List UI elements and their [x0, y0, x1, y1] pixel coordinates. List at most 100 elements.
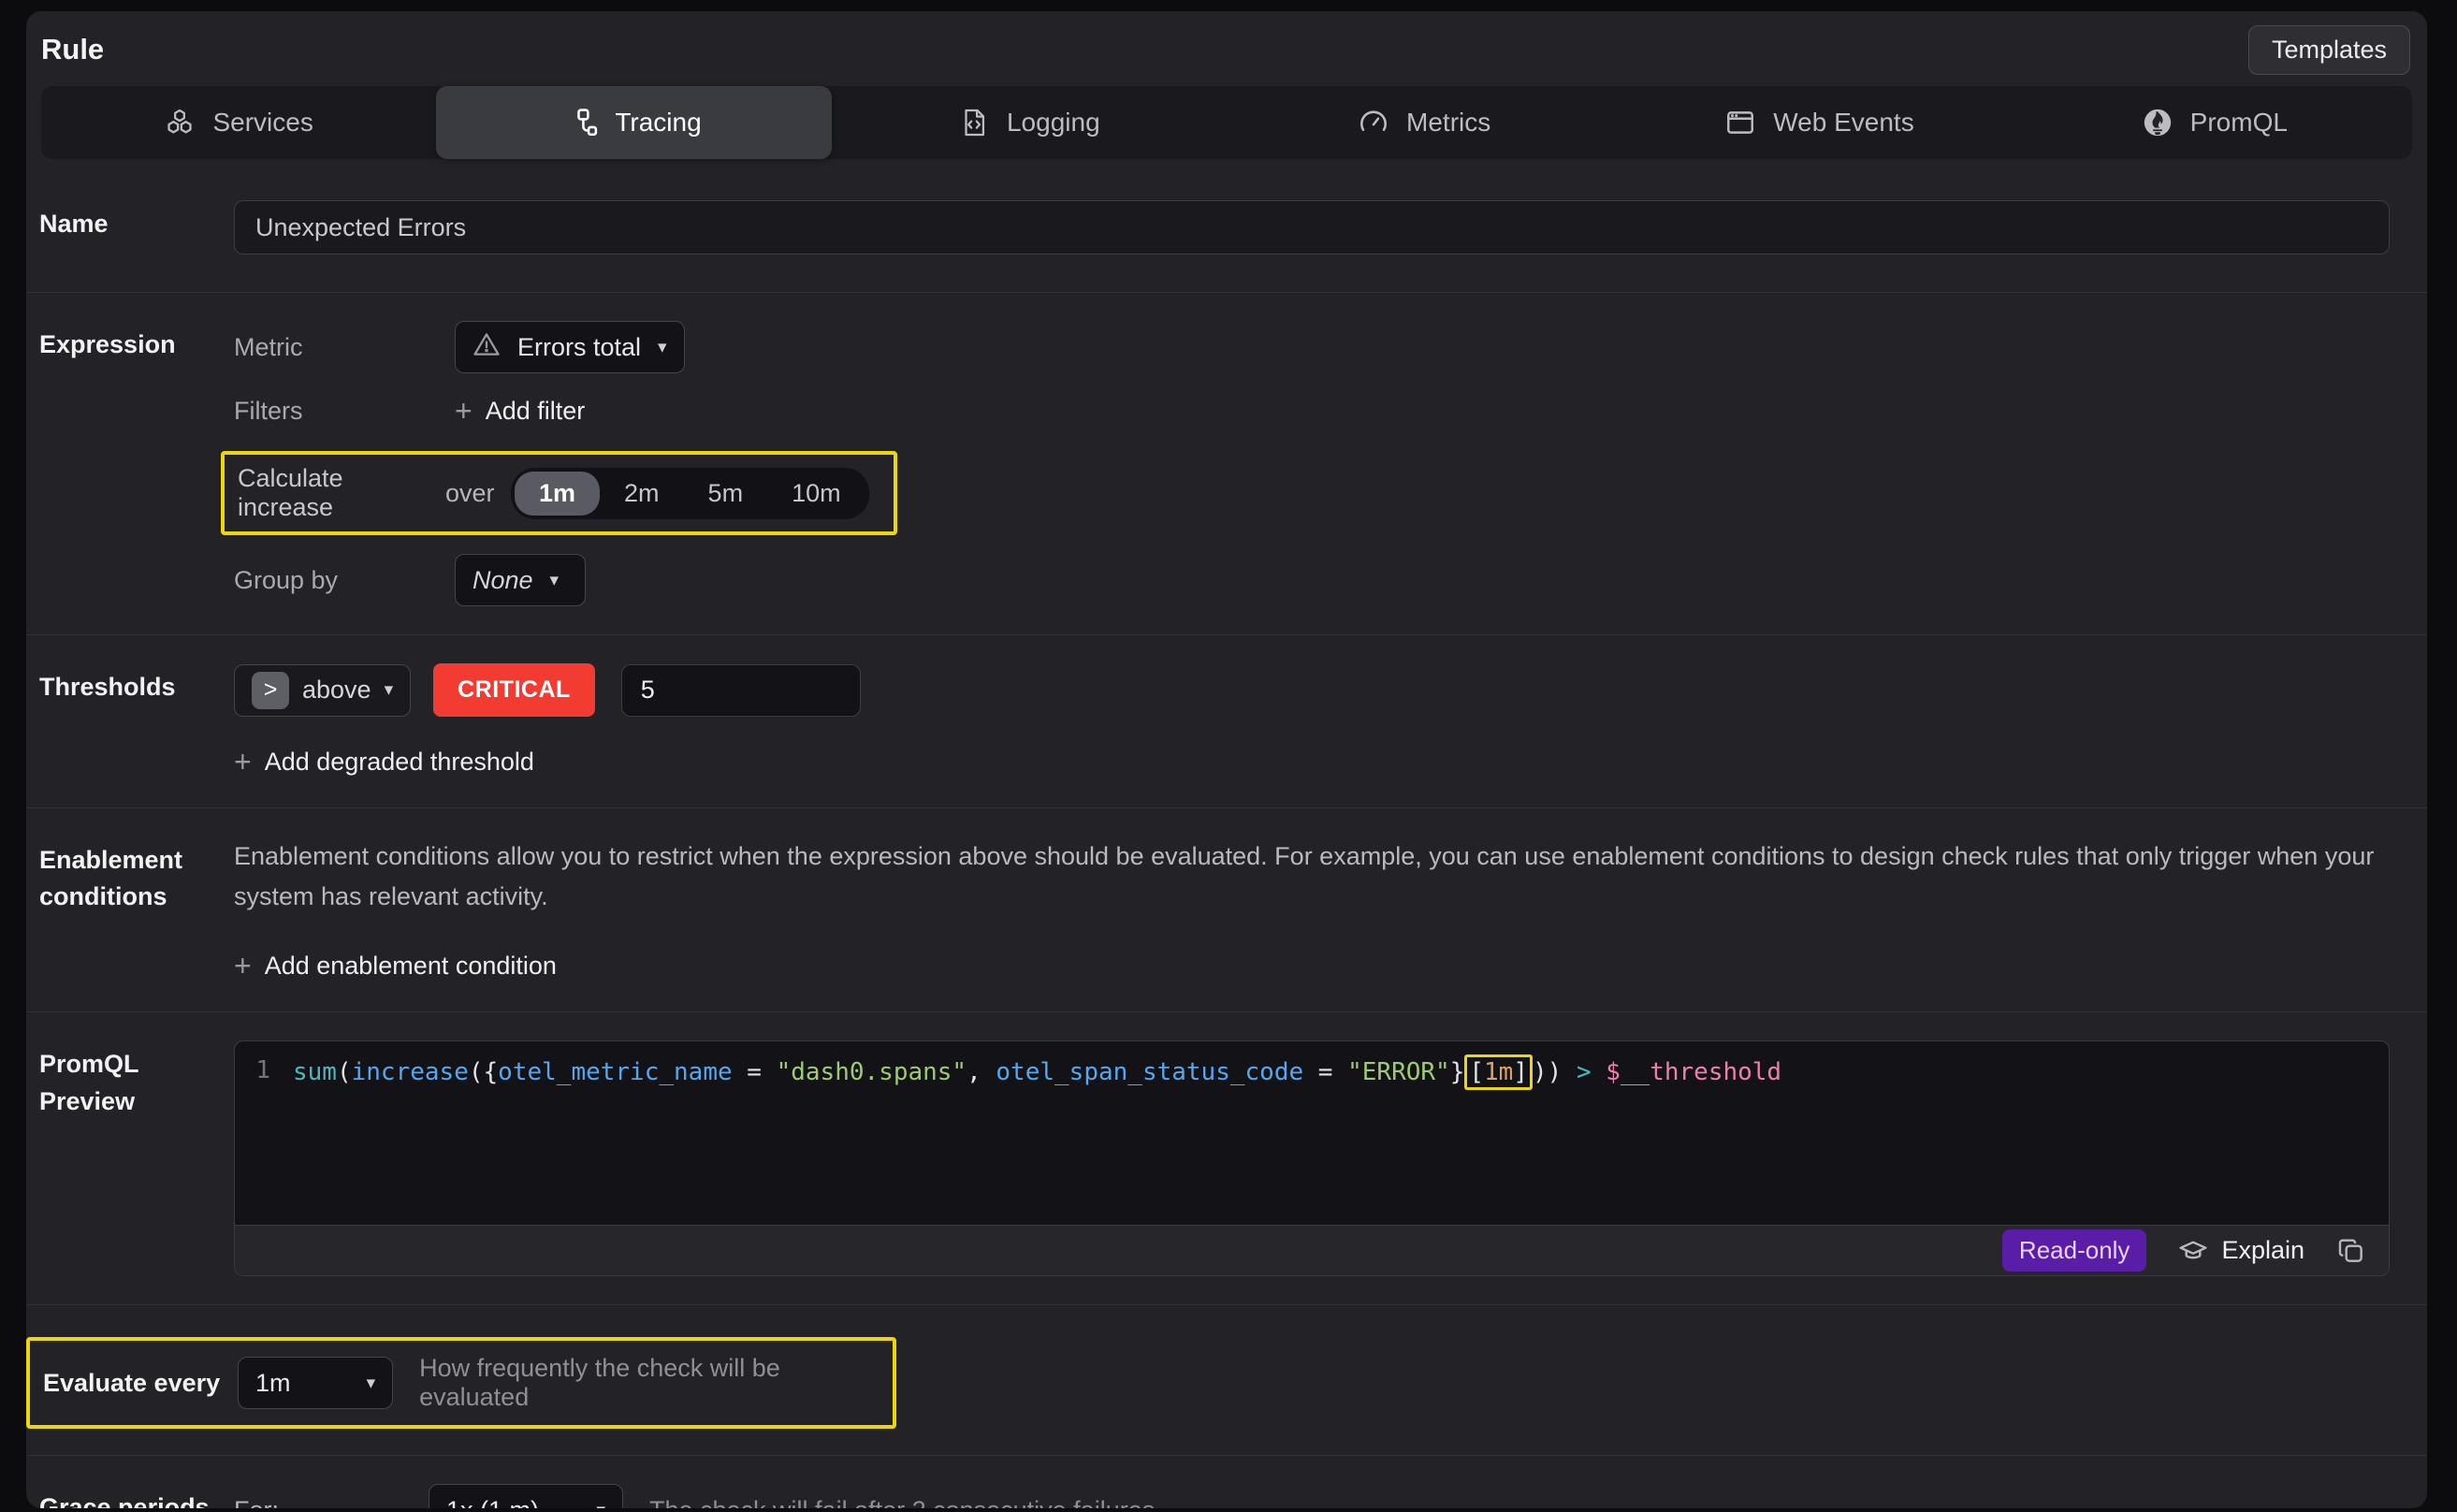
page-title: Rule [41, 33, 104, 66]
add-degraded-threshold-button[interactable]: + Add degraded threshold [234, 745, 534, 779]
copy-button[interactable] [2336, 1236, 2366, 1266]
promql-icon [2142, 107, 2174, 138]
name-input[interactable] [234, 200, 2390, 254]
code-token: } [1450, 1058, 1465, 1086]
thresholds-label: Thresholds [39, 663, 234, 779]
readonly-badge: Read-only [2002, 1229, 2147, 1272]
metric-value: Errors total [517, 333, 641, 362]
code-token: ] [1513, 1058, 1528, 1086]
window-token-annotation: [1m] [1464, 1054, 1533, 1090]
tab-web-events[interactable]: Web Events [1621, 86, 2016, 159]
operator-label: above [302, 676, 371, 705]
line-number: 1 [235, 1056, 293, 1225]
chevron-down-icon: ▾ [367, 1373, 376, 1394]
window-option-10m[interactable]: 10m [767, 472, 865, 516]
add-enablement-condition-button[interactable]: + Add enablement condition [234, 949, 557, 983]
group-by-label: Group by [234, 566, 455, 595]
over-label: over [445, 479, 511, 508]
code-token: ({ [469, 1058, 498, 1086]
evaluate-every-annotation: Evaluate every 1m ▾ How frequently the c… [26, 1337, 896, 1429]
code-token: $__threshold [1606, 1058, 1781, 1086]
window-option-2m[interactable]: 2m [600, 472, 684, 516]
explain-button[interactable]: Explain [2178, 1236, 2304, 1266]
tab-label: Metrics [1406, 108, 1490, 138]
metric-label: Metric [234, 333, 455, 362]
window-option-5m[interactable]: 5m [684, 472, 768, 516]
tab-label: Services [212, 108, 313, 138]
web-events-icon [1724, 107, 1756, 138]
metrics-icon [1358, 107, 1389, 138]
expression-label: Expression [39, 321, 234, 606]
threshold-value-input[interactable] [621, 664, 861, 717]
code-token: )) [1533, 1058, 1562, 1086]
header: Rule Templates [26, 11, 2427, 75]
tab-tracing[interactable]: Tracing [436, 86, 831, 159]
code-editor[interactable]: 1 sum(increase({otel_metric_name = "dash… [235, 1041, 2389, 1225]
code-token: 1m [1484, 1058, 1513, 1086]
group-by-dropdown[interactable]: None ▾ [455, 554, 586, 606]
metric-dropdown[interactable]: Errors total ▾ [455, 321, 685, 373]
grace-periods-label: Grace periods [39, 1484, 234, 1508]
promql-code-block: 1 sum(increase({otel_metric_name = "dash… [234, 1040, 2390, 1276]
enablement-section: Enablement conditions Enablement conditi… [26, 807, 2427, 1011]
services-icon [164, 107, 196, 138]
promql-preview-label: PromQL Preview [39, 1040, 234, 1276]
chevron-down-icon: ▾ [550, 570, 560, 591]
code-token: "dash0.spans" [777, 1058, 967, 1086]
rule-type-tabs: Services Tracing Logging Metrics Web Events P… [41, 86, 2412, 159]
tab-label: Web Events [1773, 108, 1913, 138]
for-dropdown[interactable]: 1x (1 m) ▾ [429, 1484, 623, 1508]
calculate-increase-label: Calculate increase [238, 464, 445, 522]
name-label: Name [39, 200, 234, 254]
tab-promql[interactable]: PromQL [2017, 86, 2412, 159]
chevron-down-icon: ▾ [596, 1500, 605, 1508]
evaluate-every-help: How frequently the check will be evaluat… [419, 1354, 876, 1412]
rule-panel: Rule Templates Services Tracing Logging Met… [26, 11, 2427, 1508]
code-token [1592, 1058, 1606, 1086]
code-footer: Read-only Explain [235, 1225, 2389, 1275]
for-label: For: [234, 1496, 429, 1508]
code-token: = [733, 1058, 777, 1086]
evaluate-section: Evaluate every 1m ▾ How frequently the c… [26, 1304, 2427, 1455]
code-token: [ [1469, 1058, 1484, 1086]
chevron-down-icon: ▾ [385, 679, 394, 701]
for-value: 1x (1 m) [446, 1496, 539, 1508]
tab-label: Logging [1007, 108, 1100, 138]
templates-button[interactable]: Templates [2248, 25, 2410, 75]
plus-icon: + [455, 394, 472, 429]
tab-label: Tracing [615, 108, 701, 138]
promql-expression: sum(increase({otel_metric_name = "dash0.… [293, 1056, 1781, 1225]
window-option-1m[interactable]: 1m [515, 472, 600, 516]
evaluate-every-label: Evaluate every [43, 1365, 238, 1402]
code-token: sum [293, 1058, 337, 1086]
code-token [1562, 1058, 1577, 1086]
code-token: otel_metric_name [498, 1058, 732, 1086]
chevron-down-icon: ▾ [658, 337, 667, 358]
code-token: "ERROR" [1347, 1058, 1450, 1086]
evaluate-every-dropdown[interactable]: 1m ▾ [238, 1357, 393, 1409]
calculate-increase-annotation: Calculate increase over 1m2m5m10m [221, 451, 897, 535]
warning-triangle-icon [472, 330, 501, 365]
thresholds-section: Thresholds > above ▾ CRITICAL + Add degr… [26, 634, 2427, 807]
greater-than-icon: > [252, 672, 289, 709]
tab-metrics[interactable]: Metrics [1227, 86, 1621, 159]
critical-severity-badge: CRITICAL [433, 663, 595, 717]
filters-label: Filters [234, 397, 455, 426]
expression-section: Expression Metric Errors total ▾ Filters… [26, 292, 2427, 634]
enablement-label: Enablement conditions [39, 836, 234, 983]
enablement-description: Enablement conditions allow you to restr… [234, 836, 2390, 917]
promql-section: PromQL Preview 1 sum(increase({otel_metr… [26, 1011, 2427, 1304]
code-token: > [1577, 1058, 1592, 1086]
tab-logging[interactable]: Logging [832, 86, 1227, 159]
operator-dropdown[interactable]: > above ▾ [234, 664, 411, 717]
code-token: , [967, 1058, 996, 1086]
tab-services[interactable]: Services [41, 86, 436, 159]
code-token: otel_span_status_code [996, 1058, 1303, 1086]
evaluate-every-value: 1m [255, 1369, 291, 1398]
add-filter-button[interactable]: + Add filter [455, 394, 585, 429]
name-section: Name [26, 159, 2427, 292]
window-segmented-control: 1m2m5m10m [511, 468, 869, 519]
copy-icon [2336, 1236, 2366, 1266]
plus-icon: + [234, 949, 252, 983]
tracing-icon [566, 107, 598, 138]
